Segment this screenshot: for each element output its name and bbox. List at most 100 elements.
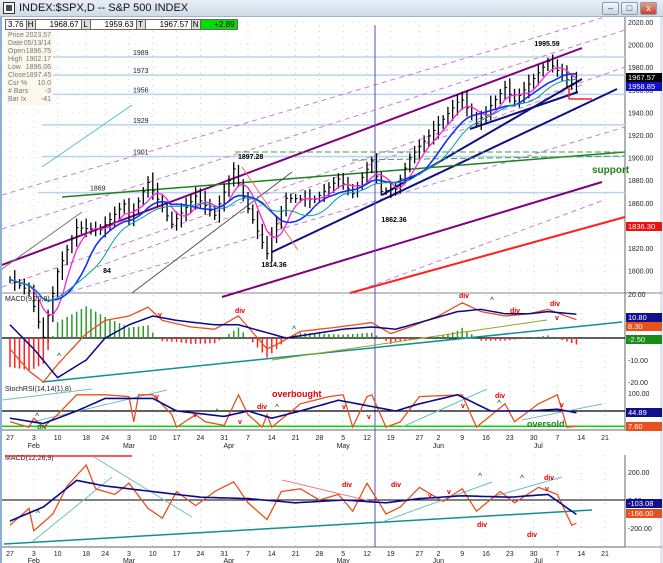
maximize-button[interactable]: □ bbox=[621, 2, 638, 15]
minimize-button[interactable]: – bbox=[602, 2, 619, 15]
month-label: Mar bbox=[123, 558, 136, 563]
date-tick-label: 21 bbox=[601, 551, 609, 558]
macd-signal-annotation: div bbox=[550, 301, 560, 308]
date-tick-label: 28 bbox=[316, 551, 324, 558]
date-tick-label: 14 bbox=[268, 435, 276, 442]
macd2-signal-annotation: div bbox=[527, 532, 537, 539]
date-tick-label: 14 bbox=[577, 551, 585, 558]
date-tick-label: 21 bbox=[292, 551, 300, 558]
macd-signal-annotation: div bbox=[510, 308, 520, 315]
date-tick-label: 24 bbox=[101, 551, 109, 558]
trendline-blue bbox=[381, 78, 583, 196]
date-tick-label: 5 bbox=[341, 435, 345, 442]
info-label: # Bars bbox=[8, 88, 29, 95]
swing-high-label: 1995.59 bbox=[534, 41, 559, 48]
close-button[interactable]: x bbox=[640, 2, 657, 15]
date-tick-label: 14 bbox=[577, 435, 585, 442]
stoch-signal-annotation: v bbox=[367, 414, 371, 421]
date-tick-label: 31 bbox=[220, 551, 228, 558]
price-tick-label: 1820.00 bbox=[628, 246, 653, 253]
date-tick-label: 27 bbox=[415, 435, 423, 442]
chart-area[interactable]: 27 3 10 18 24 3 10 17 24 31 7 14 21 28 5 12 19 27 2 9 16 23 30… bbox=[0, 17, 662, 563]
date-tick-label: 24 bbox=[197, 551, 205, 558]
date-tick-label: 2 bbox=[436, 551, 440, 558]
info-value: 05/13/14 bbox=[23, 40, 51, 47]
info-row: Bar Ix -41 bbox=[8, 96, 51, 104]
date-tick-label: 17 bbox=[173, 435, 181, 442]
date-tick-label: 16 bbox=[482, 435, 490, 442]
info-value: -3 bbox=[44, 88, 51, 95]
price-tick-label: 1860.00 bbox=[628, 201, 653, 208]
info-value: 2023.57 bbox=[25, 32, 51, 39]
chart-canvas[interactable]: 27 3 10 18 24 3 10 17 24 31 7 14 21 28 5 12 19 27 2 9 16 23 30… bbox=[2, 17, 662, 563]
outer-channel-line bbox=[2, 17, 607, 196]
high-value: 1968.67 bbox=[36, 20, 82, 29]
macd-signal-annotation: ^ bbox=[490, 296, 494, 304]
info-label: Bar Ix bbox=[8, 96, 27, 103]
last-price-tag: 1967.57 bbox=[626, 73, 662, 82]
stoch-signal-annotation: ^ bbox=[215, 408, 219, 416]
info-row: Csr % 10.0 bbox=[8, 80, 51, 88]
macd-signal-annotation: ^ bbox=[292, 325, 296, 333]
date-tick-label: 9 bbox=[460, 435, 464, 442]
net-change-value: +2.89 bbox=[200, 20, 237, 29]
info-label: Open bbox=[8, 48, 26, 55]
date-tick-label: 18 bbox=[82, 551, 90, 558]
price-tick-label: 1980.00 bbox=[628, 65, 653, 72]
info-row: Low 1896.06 bbox=[8, 64, 51, 72]
info-value: -41 bbox=[40, 96, 51, 103]
price-tick-label: 2020.00 bbox=[628, 20, 653, 27]
date-tick-label: 27 bbox=[415, 551, 423, 558]
month-label: Apr bbox=[224, 558, 236, 563]
last-label: T bbox=[136, 20, 146, 29]
ma200-line bbox=[349, 216, 626, 294]
date-tick-label: 7 bbox=[246, 435, 250, 442]
macd-signal-annotation: v bbox=[555, 315, 559, 322]
stoch-signal-annotation: v bbox=[342, 404, 346, 411]
price-tick-label: 1920.00 bbox=[628, 133, 653, 140]
info-row: High 1902.17 bbox=[8, 56, 51, 64]
date-tick-label: 23 bbox=[506, 435, 514, 442]
macd2-signal-annotation: v bbox=[447, 489, 451, 496]
channel-midline bbox=[96, 84, 583, 268]
date-tick-label: 18 bbox=[82, 435, 90, 442]
fib-level-label: 1956 bbox=[133, 87, 149, 94]
macd2-signal-annotation: ^ bbox=[36, 509, 40, 517]
info-row: Close 1897.45 bbox=[8, 72, 51, 80]
low-label: L bbox=[81, 20, 91, 29]
stoch-signal-annotation: div bbox=[37, 424, 47, 431]
date-tick-label: 7 bbox=[555, 435, 559, 442]
price-tick-label: 1800.00 bbox=[628, 269, 653, 276]
date-tick-label: 21 bbox=[292, 435, 300, 442]
stoch-signal-annotation: ^ bbox=[497, 399, 501, 407]
stoch-tick-label: 100.00 bbox=[628, 391, 650, 398]
date-tick-label: 27 bbox=[6, 551, 14, 558]
info-value: 1896.06 bbox=[25, 64, 51, 71]
ma-price-tag: 1958.85 bbox=[626, 82, 662, 91]
macd2-signal-annotation: ^ bbox=[520, 474, 524, 482]
swing-high-label: 1897.28 bbox=[238, 154, 263, 161]
date-tick-label: 24 bbox=[101, 435, 109, 442]
macd2-signal-annotation: ^ bbox=[478, 472, 482, 480]
stochrsi-title: StochRSI(14,14(1),8) bbox=[5, 386, 71, 393]
stoch-signal-annotation: ^ bbox=[275, 403, 279, 411]
date-tick-label: 23 bbox=[506, 551, 514, 558]
stoch-signal-annotation: v bbox=[560, 402, 564, 409]
date-tick-label: 30 bbox=[530, 551, 538, 558]
month-label: Jun bbox=[433, 558, 444, 563]
info-label: Date bbox=[8, 40, 23, 47]
oversold-label: oversold bbox=[527, 419, 565, 429]
bar-count-label: 84 bbox=[103, 268, 111, 275]
date-tick-label: 31 bbox=[220, 435, 228, 442]
net-label: N bbox=[191, 20, 201, 29]
date-tick-label: 9 bbox=[460, 551, 464, 558]
date-tick-label: 27 bbox=[6, 435, 14, 442]
macd-signal-tag: 10.80 bbox=[626, 313, 662, 322]
info-row: Date 05/13/14 bbox=[8, 40, 51, 48]
overbought-label: overbought bbox=[272, 389, 322, 399]
fib-level-label: 1973 bbox=[133, 68, 149, 75]
date-tick-label: 30 bbox=[530, 435, 538, 442]
ohlc-header: 3.76 H 1968.67 L 1959.63 T 1967.57 N +2.… bbox=[5, 19, 238, 30]
month-label: Jun bbox=[433, 443, 444, 450]
date-tick-label: 19 bbox=[387, 551, 395, 558]
